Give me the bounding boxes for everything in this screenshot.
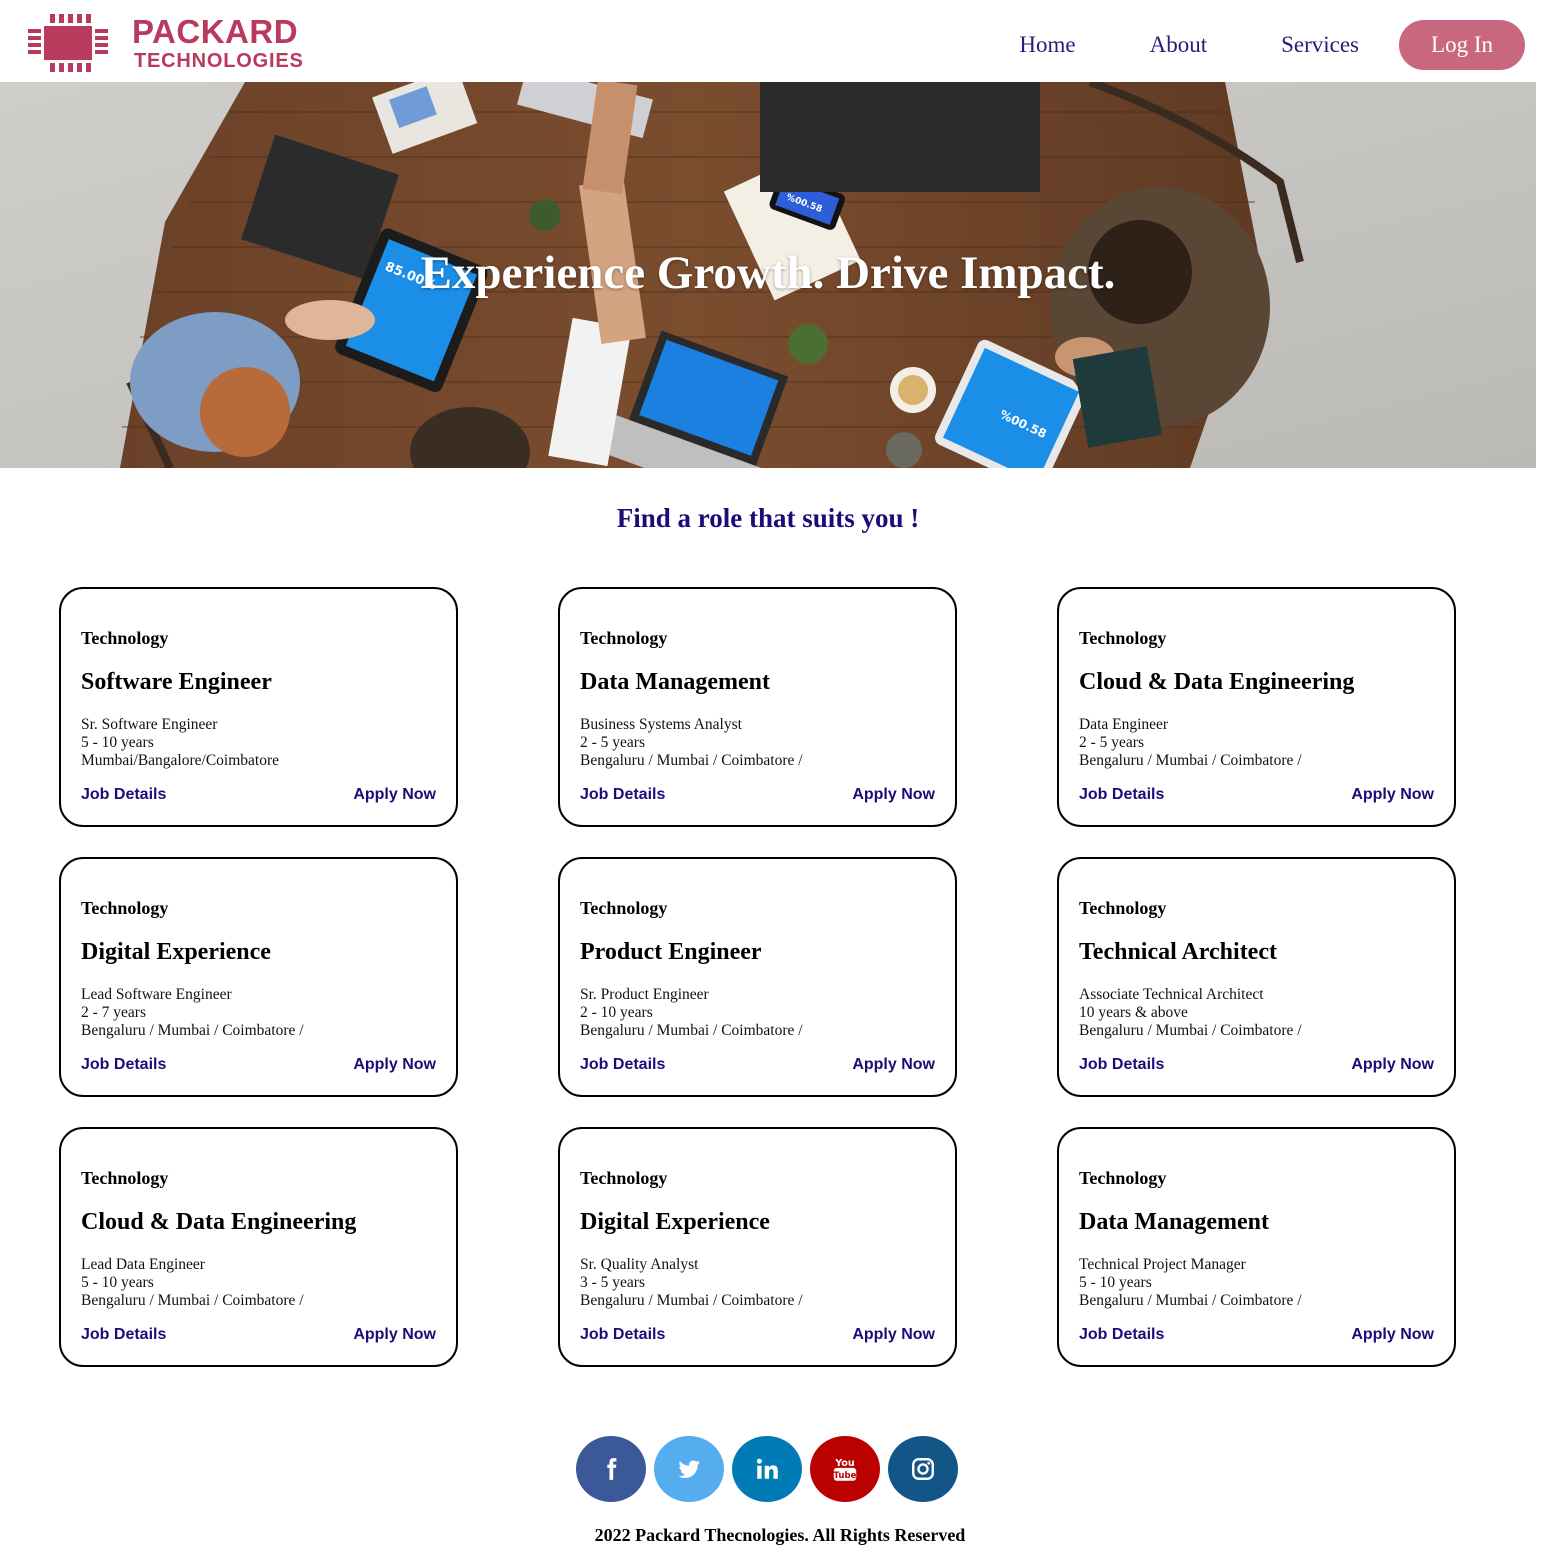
job-location: Bengaluru / Mumbai / Coimbatore / [580, 752, 803, 769]
job-location: Bengaluru / Mumbai / Coimbatore / [1079, 1022, 1302, 1039]
login-button[interactable]: Log In [1399, 20, 1525, 70]
brand-logo[interactable]: PACKARD TECHNOLOGIES [28, 14, 318, 74]
site-header: PACKARD TECHNOLOGIES Home About Services… [0, 0, 1545, 82]
job-details-link[interactable]: Job Details [580, 786, 665, 804]
twitter-icon [678, 1460, 700, 1478]
job-experience: 5 - 10 years [81, 1274, 154, 1291]
job-details-link[interactable]: Job Details [1079, 1326, 1164, 1344]
job-experience: 2 - 5 years [1079, 734, 1144, 751]
job-category: Technology [580, 898, 668, 918]
job-title: Digital Experience [81, 939, 271, 965]
brand-name-line2: TECHNOLOGIES [134, 50, 304, 72]
job-details-link[interactable]: Job Details [81, 1056, 166, 1074]
job-experience: 2 - 7 years [81, 1004, 146, 1021]
job-location: Bengaluru / Mumbai / Coimbatore / [1079, 1292, 1302, 1309]
job-role: Data Engineer [1079, 716, 1169, 733]
apply-now-link[interactable]: Apply Now [353, 1326, 436, 1344]
job-role: Lead Data Engineer [81, 1256, 205, 1273]
facebook-button[interactable] [576, 1436, 646, 1502]
main-nav: Home About Services Log In [1019, 20, 1525, 70]
job-location: Bengaluru / Mumbai / Coimbatore / [81, 1022, 304, 1039]
linkedin-button[interactable] [732, 1436, 802, 1502]
job-details-link[interactable]: Job Details [580, 1056, 665, 1074]
job-role: Business Systems Analyst [580, 716, 742, 733]
job-title: Digital Experience [580, 1209, 770, 1235]
svg-text:You: You [834, 1458, 855, 1469]
job-category: Technology [580, 628, 668, 648]
job-title: Software Engineer [81, 669, 272, 695]
job-category: Technology [1079, 898, 1167, 918]
job-experience: 3 - 5 years [580, 1274, 645, 1291]
job-card: Technology Technical Architect Associate… [1057, 857, 1456, 1097]
job-card: Technology Digital Experience Sr. Qualit… [558, 1127, 957, 1367]
linkedin-icon [756, 1458, 778, 1479]
job-category: Technology [1079, 628, 1167, 648]
job-card: Technology Data Management Business Syst… [558, 587, 957, 827]
job-details-link[interactable]: Job Details [580, 1326, 665, 1344]
apply-now-link[interactable]: Apply Now [1351, 1056, 1434, 1074]
job-card: Technology Cloud & Data Engineering Lead… [59, 1127, 458, 1367]
job-title: Cloud & Data Engineering [81, 1209, 357, 1235]
job-title: Cloud & Data Engineering [1079, 669, 1355, 695]
job-experience: 10 years & above [1079, 1004, 1188, 1021]
job-title: Product Engineer [580, 939, 762, 965]
youtube-button[interactable]: You Tube [810, 1436, 880, 1502]
section-title: Find a role that suits you ! [616, 503, 920, 533]
job-category: Technology [580, 1168, 668, 1188]
youtube-icon: You Tube [834, 1458, 857, 1481]
job-details-link[interactable]: Job Details [81, 786, 166, 804]
apply-now-link[interactable]: Apply Now [852, 1326, 935, 1344]
instagram-button[interactable] [888, 1436, 958, 1502]
chip-logo-icon [28, 14, 108, 72]
job-location: Bengaluru / Mumbai / Coimbatore / [580, 1022, 803, 1039]
job-location: Bengaluru / Mumbai / Coimbatore / [580, 1292, 803, 1309]
job-role: Technical Project Manager [1079, 1256, 1246, 1273]
job-location: Bengaluru / Mumbai / Coimbatore / [1079, 752, 1302, 769]
job-experience: 5 - 10 years [81, 734, 154, 751]
instagram-icon [912, 1458, 934, 1480]
twitter-button[interactable] [654, 1436, 724, 1502]
job-experience: 2 - 5 years [580, 734, 645, 751]
hero-title: Experience Growth. Drive Impact. [420, 247, 1116, 299]
job-card: Technology Digital Experience Lead Softw… [59, 857, 458, 1097]
job-title: Data Management [580, 669, 770, 695]
job-title: Data Management [1079, 1209, 1269, 1235]
footer-copyright: 2022 Packard Thecnologies. All Rights Re… [594, 1525, 966, 1545]
job-card: Technology Software Engineer Sr. Softwar… [59, 587, 458, 827]
brand-name-line1: PACKARD [132, 13, 299, 50]
job-location: Mumbai/Bangalore/Coimbatore [81, 752, 280, 769]
job-details-link[interactable]: Job Details [1079, 786, 1164, 804]
job-card: Technology Data Management Technical Pro… [1057, 1127, 1456, 1367]
job-role: Associate Technical Architect [1079, 986, 1264, 1003]
apply-now-link[interactable]: Apply Now [1351, 786, 1434, 804]
job-role: Sr. Quality Analyst [580, 1256, 699, 1273]
apply-now-link[interactable]: Apply Now [353, 786, 436, 804]
job-category: Technology [1079, 1168, 1167, 1188]
nav-home-link[interactable]: Home [1019, 20, 1075, 70]
job-experience: 5 - 10 years [1079, 1274, 1152, 1291]
job-role: Sr. Product Engineer [580, 986, 709, 1003]
job-category: Technology [81, 1168, 169, 1188]
job-location: Bengaluru / Mumbai / Coimbatore / [81, 1292, 304, 1309]
job-category: Technology [81, 628, 169, 648]
hero-banner: 85.00% %00.58 %00.58 Experience Growth. … [0, 82, 1536, 468]
job-details-link[interactable]: Job Details [1079, 1056, 1164, 1074]
job-experience: 2 - 10 years [580, 1004, 653, 1021]
job-role: Lead Software Engineer [81, 986, 232, 1003]
apply-now-link[interactable]: Apply Now [353, 1056, 436, 1074]
job-card: Technology Cloud & Data Engineering Data… [1057, 587, 1456, 827]
nav-services-link[interactable]: Services [1281, 20, 1359, 70]
svg-text:Tube: Tube [834, 1471, 857, 1481]
job-title: Technical Architect [1079, 939, 1277, 965]
apply-now-link[interactable]: Apply Now [1351, 1326, 1434, 1344]
facebook-icon [607, 1458, 617, 1480]
job-card: Technology Product Engineer Sr. Product … [558, 857, 957, 1097]
apply-now-link[interactable]: Apply Now [852, 786, 935, 804]
job-category: Technology [81, 898, 169, 918]
job-details-link[interactable]: Job Details [81, 1326, 166, 1344]
job-role: Sr. Software Engineer [81, 716, 218, 733]
apply-now-link[interactable]: Apply Now [852, 1056, 935, 1074]
nav-about-link[interactable]: About [1150, 20, 1208, 70]
social-links: You Tube [576, 1436, 966, 1502]
